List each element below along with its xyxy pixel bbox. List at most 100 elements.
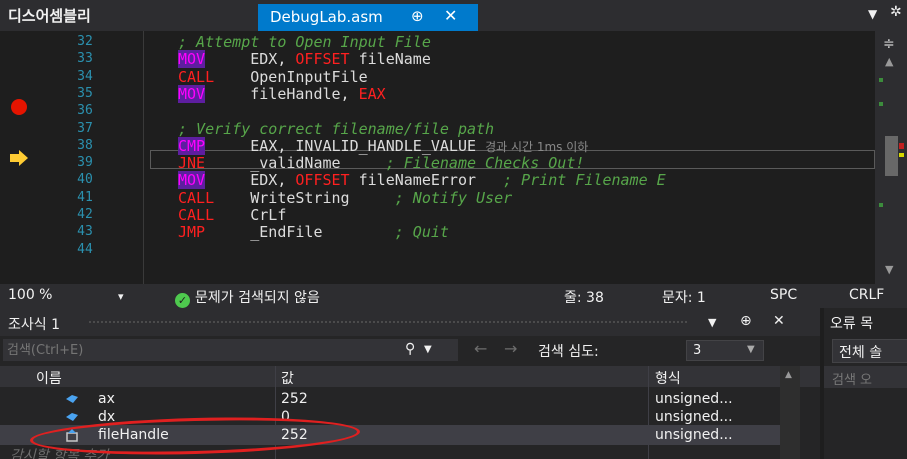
code-token: ; Print Filename E <box>503 171 666 190</box>
error-list-scope-select[interactable]: 전체 솔 <box>832 339 907 363</box>
code-line[interactable]: 41 CALL WriteString ; Notify User <box>0 189 875 207</box>
tab-list-dropdown-icon[interactable]: ▼ <box>868 7 877 21</box>
code-line[interactable]: 43 JMP _EndFile ; Quit <box>0 223 875 241</box>
scroll-thumb[interactable] <box>885 136 898 176</box>
code-token: MOV <box>178 50 206 69</box>
code-token: CALL <box>178 188 215 207</box>
search-depth-select[interactable]: 3 ▼ <box>686 340 764 361</box>
search-input[interactable] <box>3 339 458 361</box>
line-number: 34 <box>77 68 93 84</box>
line-number: 37 <box>77 120 93 136</box>
watch-table-header: 이름 값 형식 <box>0 366 820 387</box>
panel-drag-grip[interactable] <box>88 320 688 325</box>
watch-search-row: ⚲ ▼ ← → 검색 심도: 3 ▼ <box>0 336 820 364</box>
document-tab[interactable]: DebugLab.asm ⊕ ✕ <box>258 4 478 31</box>
code-line[interactable]: 37 ; Verify correct filename/file path <box>0 120 875 138</box>
code-line[interactable]: 42 CALL CrLf <box>0 206 875 224</box>
watch-name: ax <box>98 391 115 407</box>
error-list-title[interactable]: 오류 목 <box>830 313 873 333</box>
watch-row[interactable]: dx 0 unsigned... <box>0 407 800 427</box>
code-token: WriteString <box>214 188 395 207</box>
issues-indicator[interactable]: ✓ 문제가 검색되지 않음 <box>175 287 320 308</box>
line-number: 39 <box>77 155 93 171</box>
code-token: OpenInputFile <box>214 67 368 86</box>
code-line[interactable]: 40 MOV EDX, OFFSET fileNameError ; Print … <box>0 171 875 190</box>
column-header-name[interactable]: 이름 <box>36 368 62 388</box>
code-token: MOV <box>178 84 206 103</box>
panel-menu-dropdown-icon[interactable]: ▼ <box>708 316 716 329</box>
code-token: MOV <box>178 171 206 190</box>
code-line[interactable]: 39 JNE _validName ; Filename Checks Out! <box>0 154 875 172</box>
line-number: 41 <box>77 189 93 205</box>
code-text: MOV fileHandle, EAX <box>178 84 386 103</box>
search-icon[interactable]: ⚲ <box>405 341 415 357</box>
close-icon[interactable]: ✕ <box>773 313 785 329</box>
line-ending-indicator[interactable]: CRLF <box>849 287 884 303</box>
code-line[interactable]: 33 MOV EDX, OFFSET fileName <box>0 50 875 69</box>
code-token: fileHandle, <box>205 84 359 103</box>
line-number: 43 <box>77 224 93 240</box>
code-text: MOV EDX, OFFSET fileNameError ; Print Fi… <box>178 171 666 190</box>
code-line[interactable]: 35 MOV fileHandle, EAX <box>0 84 875 103</box>
column-header-value[interactable]: 값 <box>281 368 294 388</box>
code-token: _EndFile <box>205 223 395 242</box>
watch-panel-header[interactable]: 조사식 1 ▼ ⊕ ✕ <box>0 308 820 336</box>
code-token: EAX, INVALID_HANDLE_VALUE <box>205 136 486 155</box>
search-next-icon[interactable]: → <box>504 339 517 358</box>
watch-scrollbar[interactable]: ▲ <box>780 366 800 459</box>
memory-variable-icon <box>66 429 78 442</box>
search-depth-value: 3 <box>693 343 702 358</box>
scroll-up-icon[interactable]: ▲ <box>885 55 893 68</box>
code-token: ; Verify correct filename/file path <box>178 119 495 138</box>
code-text: MOV EDX, OFFSET fileName <box>178 50 431 69</box>
scroll-up-icon[interactable]: ▲ <box>785 370 792 380</box>
elapsed-time-hint: 경과 시간 1ms 이하 <box>485 139 589 154</box>
split-window-icon[interactable]: ≑ <box>883 36 895 52</box>
code-token: EDX, <box>205 50 296 69</box>
code-text: CALL OpenInputFile <box>178 68 368 86</box>
code-token: CALL <box>178 67 215 86</box>
check-circle-icon: ✓ <box>175 293 190 308</box>
char-indicator[interactable]: 문자: 1 <box>662 287 706 307</box>
editor-scrollbar[interactable]: ≑ ▲ ▼ <box>875 31 907 284</box>
zoom-level[interactable]: 100 % <box>8 287 52 303</box>
code-line[interactable]: 36 <box>0 102 875 120</box>
add-watch-item[interactable]: 감시할 항목 추가 <box>10 445 109 459</box>
pin-icon[interactable]: ⊕ <box>411 7 424 25</box>
code-token: _validName <box>205 154 386 173</box>
error-list-panel: 오류 목 전체 솔 검색 오 <box>822 308 907 459</box>
watch-row[interactable]: fileHandle 252 unsigned... <box>0 425 800 445</box>
code-text: ; Attempt to Open Input File <box>178 33 431 51</box>
code-line[interactable]: 34 CALL OpenInputFile <box>0 68 875 86</box>
search-options-dropdown-icon[interactable]: ▼ <box>424 344 432 355</box>
change-marker <box>879 78 883 82</box>
line-indicator[interactable]: 줄: 38 <box>564 287 604 307</box>
gear-icon[interactable]: ✲ <box>890 4 902 20</box>
close-icon[interactable]: ✕ <box>444 6 457 25</box>
code-line[interactable]: 32 ; Attempt to Open Input File <box>0 33 875 51</box>
code-token: CALL <box>178 206 215 224</box>
code-token: EAX <box>358 84 386 103</box>
watch-type: unsigned... <box>655 409 733 425</box>
variable-icon <box>66 413 78 421</box>
zoom-dropdown-icon[interactable]: ▾ <box>118 290 124 303</box>
pin-icon[interactable]: ⊕ <box>740 313 752 329</box>
watch-type: unsigned... <box>655 391 733 407</box>
line-number: 42 <box>77 207 93 222</box>
column-separator[interactable] <box>648 366 649 387</box>
error-list-search[interactable]: 검색 오 <box>824 366 907 388</box>
watch-value: 0 <box>281 409 290 425</box>
code-editor[interactable]: 32 ; Attempt to Open Input File 33 MOV EDX,… <box>0 31 875 284</box>
watch-row[interactable]: ax 252 unsigned... <box>0 389 800 409</box>
whitespace-indicator[interactable]: SPC <box>770 287 797 303</box>
column-header-type[interactable]: 형식 <box>655 368 681 388</box>
breakpoint-marker <box>899 143 904 149</box>
tab-name: DebugLab.asm <box>270 8 383 26</box>
column-separator[interactable] <box>275 366 276 387</box>
code-line[interactable]: 38 CMP EAX, INVALID_HANDLE_VALUE 경과 시간 1m… <box>0 136 875 155</box>
scroll-down-icon[interactable]: ▼ <box>885 263 893 276</box>
search-previous-icon[interactable]: ← <box>474 339 487 358</box>
watch-type: unsigned... <box>655 427 733 443</box>
code-line[interactable]: 44 <box>0 241 875 259</box>
code-token: fileNameError <box>349 171 504 190</box>
